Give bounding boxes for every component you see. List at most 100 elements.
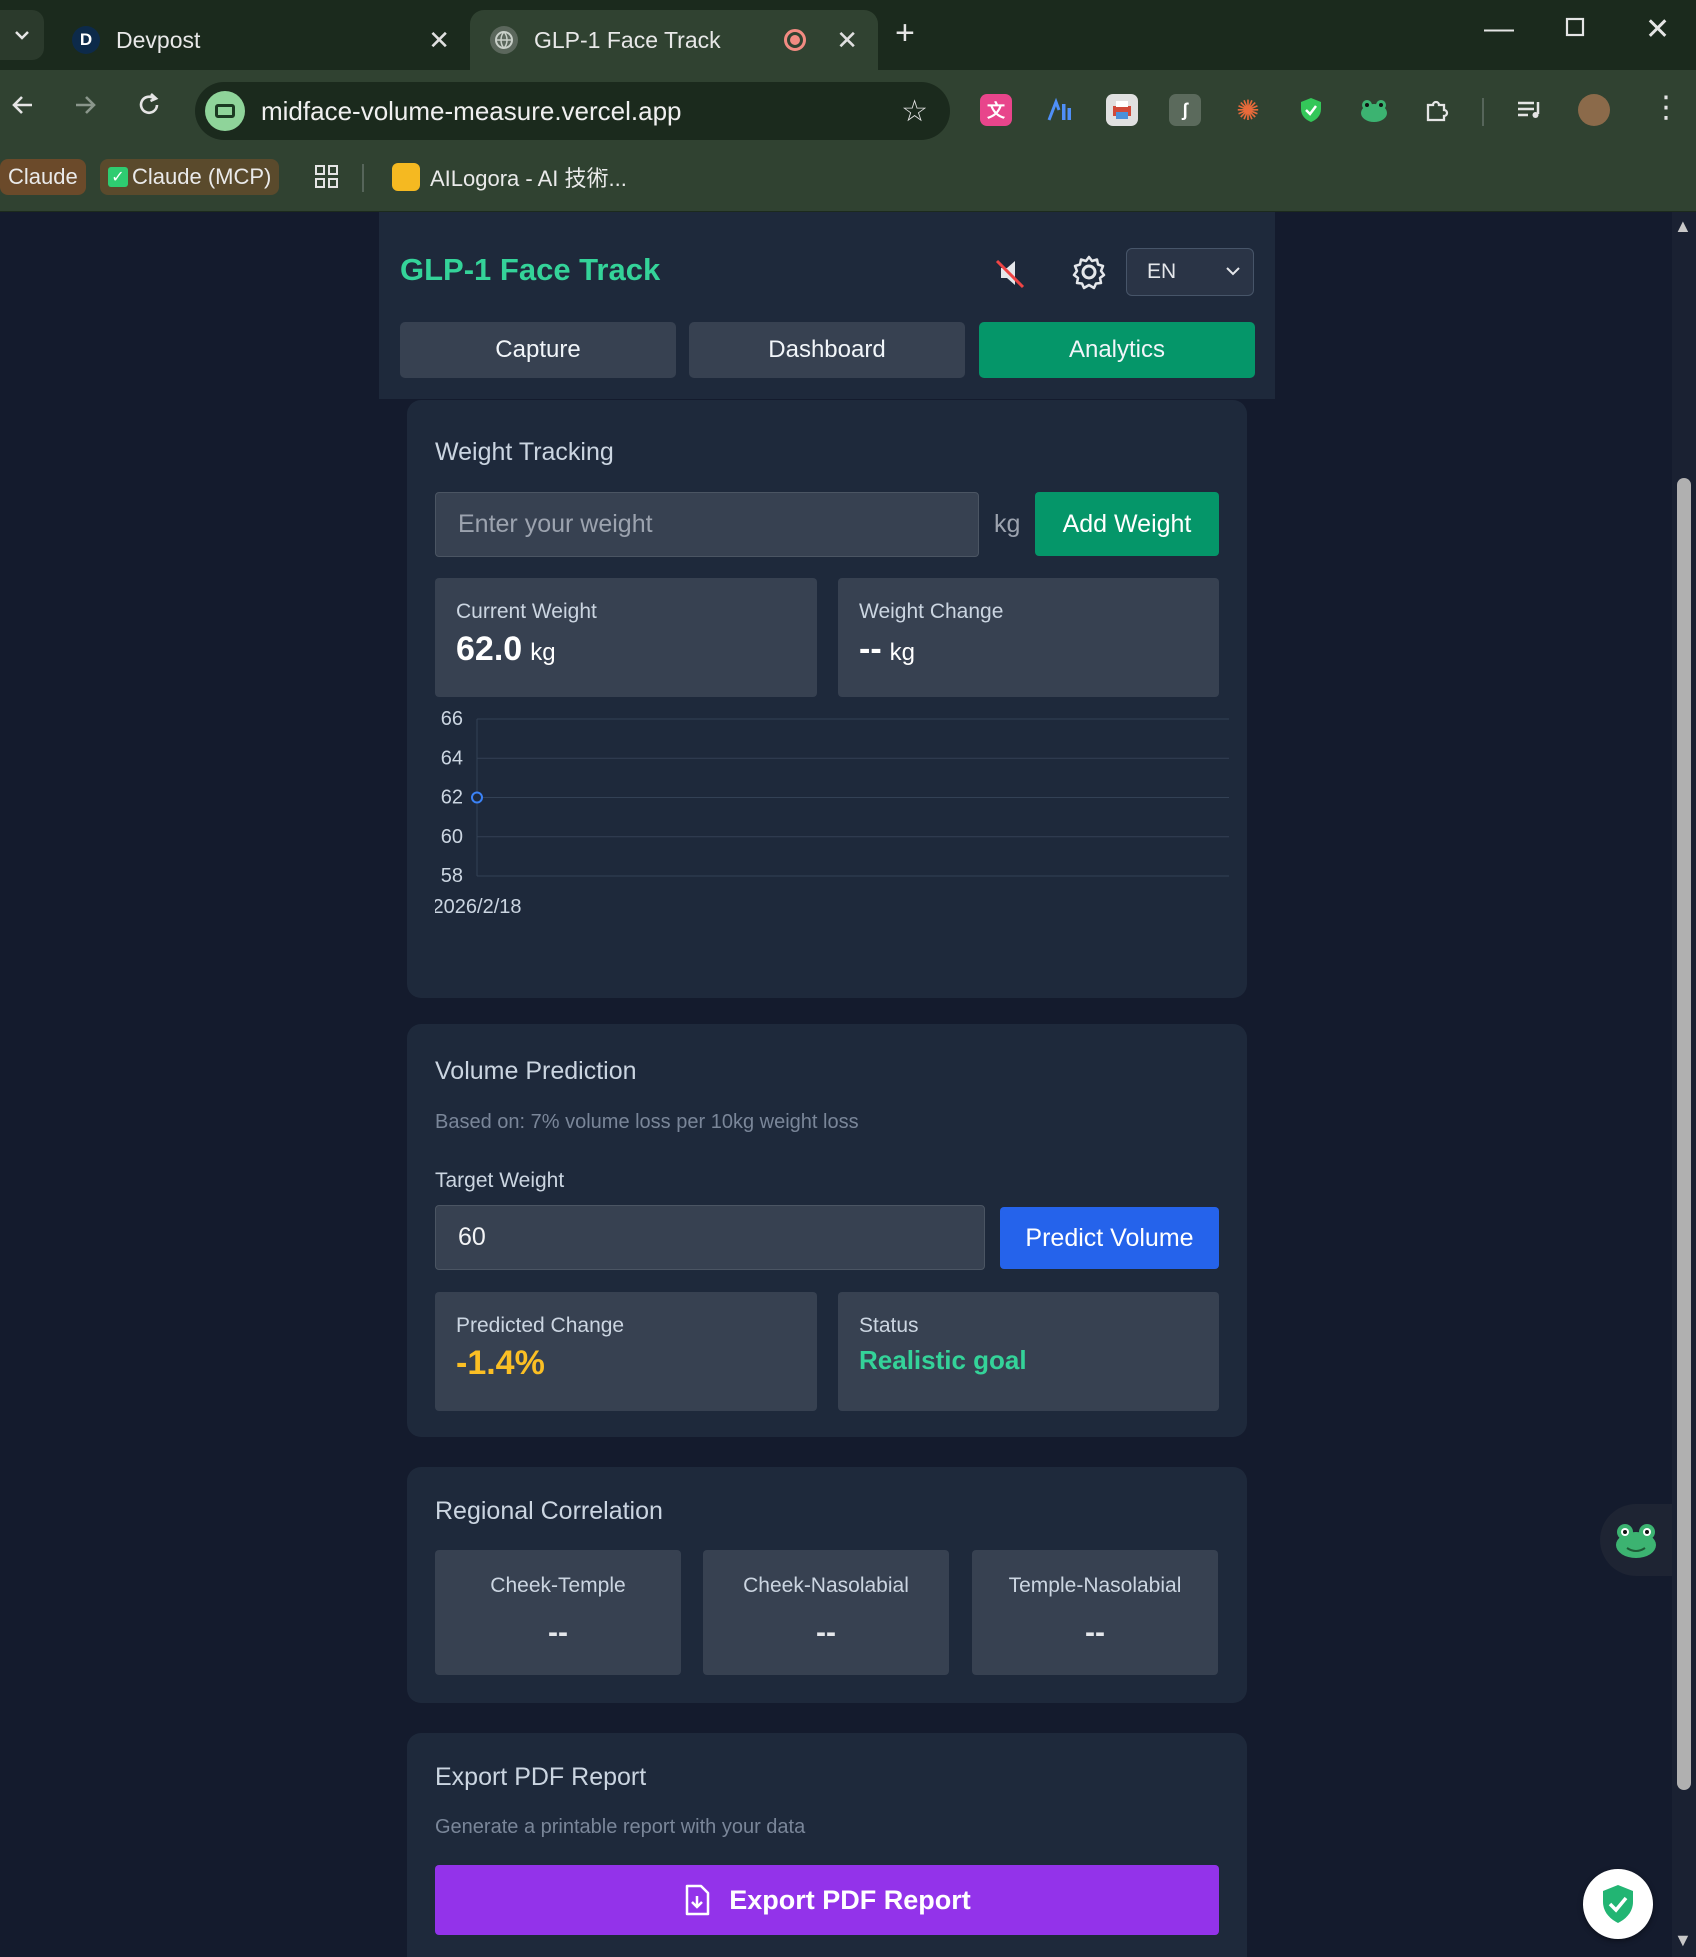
settings-gear-icon[interactable] [1069, 252, 1109, 292]
y-tick-label: 62 [441, 787, 463, 809]
site-info-icon[interactable] [205, 91, 245, 131]
tab-analytics[interactable]: Analytics [979, 322, 1255, 378]
checkbox-icon: ✓ [108, 167, 128, 187]
printer-extension-icon[interactable] [1106, 94, 1138, 126]
close-tab-icon[interactable]: ✕ [836, 25, 858, 56]
frog-icon [1616, 1524, 1656, 1558]
correlation-value: -- [816, 1616, 836, 1649]
maximize-icon[interactable] [1564, 12, 1586, 46]
predict-volume-button[interactable]: Predict Volume [1000, 1207, 1219, 1269]
correlation-label: Temple-Nasolabial [1008, 1574, 1182, 1597]
card-title: Export PDF Report [435, 1763, 647, 1791]
export-pdf-card: Export PDF Report Generate a printable r… [407, 1733, 1247, 1957]
card-title: Volume Prediction [435, 1057, 637, 1085]
status-value: Realistic goal [859, 1345, 1027, 1375]
correlation-value: -- [548, 1616, 568, 1649]
correlation-label: Cheek-Nasolabial [743, 1574, 909, 1597]
bookmark-ailogora[interactable]: AILogora - AI 技術... [384, 159, 635, 195]
stat-label: Weight Change [859, 600, 1004, 623]
card-title: Regional Correlation [435, 1497, 663, 1525]
bookmark-divider [362, 164, 364, 192]
language-select[interactable]: EN [1126, 248, 1254, 296]
predicted-change-card: Predicted Change -1.4% [435, 1292, 817, 1411]
browser-tab-bar: D Devpost ✕ GLP-1 Face Track ✕ + — ✕ [0, 0, 1696, 70]
feather-extension-icon[interactable]: ʃ [1169, 94, 1201, 126]
weight-input[interactable]: Enter your weight [435, 492, 979, 557]
forward-icon[interactable] [70, 90, 100, 128]
weight-unit-label: kg [994, 510, 1021, 538]
language-value: EN [1147, 260, 1177, 283]
close-tab-icon[interactable]: ✕ [428, 25, 450, 56]
back-icon[interactable] [8, 90, 38, 128]
browser-toolbar: midface-volume-measure.vercel.app ☆ 文 ʃ … [0, 70, 1696, 152]
tab-search-button[interactable] [0, 10, 44, 60]
url-text: midface-volume-measure.vercel.app [261, 95, 682, 126]
export-pdf-button[interactable]: Export PDF Report [435, 1865, 1219, 1935]
y-tick-label: 64 [441, 747, 463, 769]
browser-menu-icon[interactable]: ⋮ [1651, 90, 1681, 125]
extensions-puzzle-icon[interactable] [1421, 94, 1453, 126]
weight-change-card: Weight Change -- kg [838, 578, 1219, 697]
data-point [471, 791, 483, 804]
target-weight-label: Target Weight [435, 1169, 565, 1192]
frog-assistant-widget[interactable] [1600, 1504, 1672, 1576]
tab-capture[interactable]: Capture [400, 322, 676, 378]
tab-title: GLP-1 Face Track [534, 26, 721, 53]
bookmarks-bar: Claude ✓ Claude (MCP) AILogora - AI 技術..… [0, 152, 1696, 212]
tab-devpost[interactable]: D Devpost ✕ [52, 10, 470, 70]
recording-icon [784, 29, 807, 51]
bookmark-claude-mcp[interactable]: ✓ Claude (MCP) [100, 159, 280, 195]
tab-glp1-face-track[interactable]: GLP-1 Face Track ✕ [470, 10, 878, 70]
stat-label: Current Weight [456, 600, 597, 623]
card-title: Weight Tracking [435, 438, 614, 466]
correlation-label: Cheek-Temple [490, 1574, 626, 1597]
current-weight-value: 62.0 kg [456, 630, 556, 668]
prediction-note: Based on: 7% volume loss per 10kg weight… [435, 1111, 859, 1133]
app-title: GLP-1 Face Track [400, 252, 661, 287]
sound-muted-icon[interactable] [993, 255, 1029, 291]
page-scrollbar[interactable]: ▲ ▼ [1672, 212, 1696, 1957]
predicted-change-value: -1.4% [456, 1344, 545, 1382]
new-tab-icon[interactable]: + [895, 14, 915, 53]
y-tick-label: 66 [441, 710, 463, 730]
correlation-cheek-nasolabial: Cheek-Nasolabial -- [703, 1550, 949, 1675]
correlation-cheek-temple: Cheek-Temple -- [435, 1550, 681, 1675]
toolbar-divider [1482, 98, 1484, 126]
globe-icon [490, 26, 518, 54]
weight-tracking-card: Weight Tracking Enter your weight kg Add… [407, 400, 1247, 998]
claude-extension-icon[interactable]: ✺ [1232, 94, 1264, 126]
address-bar[interactable]: midface-volume-measure.vercel.app ☆ [195, 82, 950, 140]
app-header: GLP-1 Face Track EN Capture Dashboard An… [379, 212, 1275, 399]
frog-extension-icon[interactable] [1358, 94, 1390, 126]
profile-avatar[interactable] [1578, 94, 1610, 126]
target-weight-input[interactable]: 60 [435, 1205, 985, 1270]
bookmark-star-icon[interactable]: ☆ [901, 94, 928, 129]
shield-extension-icon[interactable] [1295, 94, 1327, 126]
y-tick-label: 60 [441, 826, 463, 848]
correlation-temple-nasolabial: Temple-Nasolabial -- [972, 1550, 1218, 1675]
scroll-up-icon[interactable]: ▲ [1674, 216, 1692, 237]
reload-icon[interactable] [134, 90, 164, 128]
close-window-icon[interactable]: ✕ [1645, 12, 1670, 47]
bookmark-label: AILogora - AI 技術... [430, 166, 627, 191]
analytics-extension-icon[interactable] [1043, 94, 1075, 126]
minimize-icon[interactable]: — [1484, 12, 1514, 46]
ailogora-icon [392, 163, 420, 191]
tab-title: Devpost [116, 26, 201, 53]
devpost-favicon-icon: D [72, 26, 100, 54]
security-shield-button[interactable] [1583, 1869, 1653, 1939]
apps-grid-icon[interactable] [306, 159, 348, 195]
export-button-label: Export PDF Report [729, 1884, 971, 1915]
add-weight-button[interactable]: Add Weight [1035, 492, 1219, 556]
tab-dashboard[interactable]: Dashboard [689, 322, 965, 378]
scrollbar-thumb[interactable] [1677, 478, 1691, 1790]
scroll-down-icon[interactable]: ▼ [1674, 1930, 1692, 1951]
media-controls-icon[interactable] [1514, 94, 1546, 126]
stat-label: Predicted Change [456, 1314, 625, 1337]
bookmark-claude[interactable]: Claude [0, 159, 86, 195]
chevron-down-icon [15, 31, 29, 40]
file-download-icon [685, 1884, 710, 1916]
regional-correlation-card: Regional Correlation Cheek-Temple -- Che… [407, 1467, 1247, 1703]
translate-extension-icon[interactable]: 文 [980, 94, 1012, 126]
bookmark-label: Claude [8, 164, 78, 189]
